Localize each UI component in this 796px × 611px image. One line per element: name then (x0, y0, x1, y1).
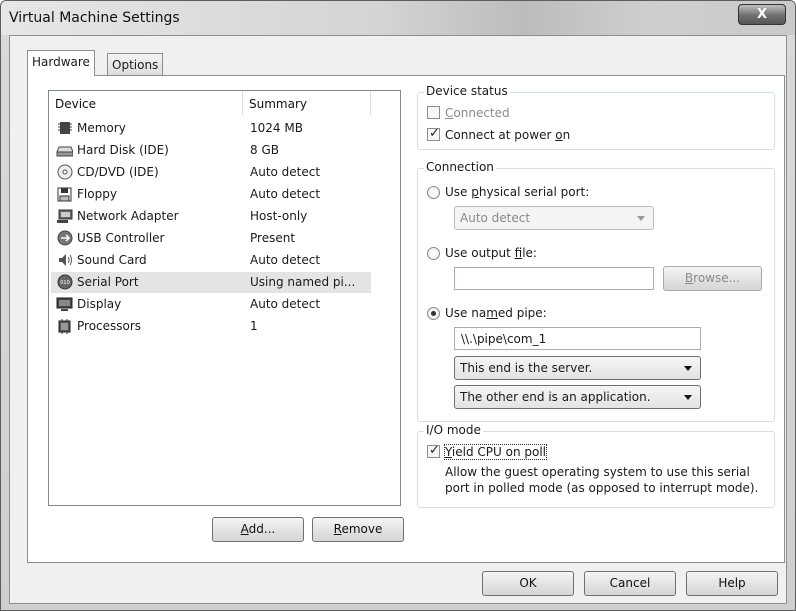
chevron-down-icon (684, 395, 692, 400)
hardware-panel: Device Summary Memory 1024 MB Hard Disk … (27, 75, 785, 563)
column-header-device[interactable]: Device (49, 91, 243, 115)
browse-button-label-rest: rowse... (693, 271, 741, 285)
remove-button-label-rest: emove (341, 522, 383, 536)
physical-port-dropdown[interactable]: Auto detect (454, 206, 654, 230)
device-summary: Auto detect (250, 253, 321, 267)
column-header-summary-label: Summary (249, 97, 307, 111)
tab-hardware[interactable]: Hardware (27, 50, 95, 76)
other-end-dropdown-value: The other end is an application. (460, 390, 651, 404)
device-name: Serial Port (77, 275, 139, 289)
device-name: Display (77, 297, 122, 311)
device-summary: Host-only (250, 209, 308, 223)
device-row-network-adapter[interactable]: Network Adapter Host-only (51, 206, 371, 227)
physical-port-radio[interactable] (427, 186, 440, 199)
remove-button[interactable]: Remove (312, 517, 404, 542)
network-adapter-icon (56, 208, 73, 224)
dialog-body: Hardware Options Device Summary Memory 1… (9, 35, 787, 604)
other-end-dropdown[interactable]: The other end is an application. (454, 385, 701, 409)
chevron-down-icon (637, 216, 645, 221)
device-summary: Auto detect (250, 297, 321, 311)
connected-label: Connected (445, 106, 510, 120)
device-row-memory[interactable]: Memory 1024 MB (51, 118, 371, 139)
memory-icon (56, 120, 73, 136)
sound-card-icon (56, 252, 73, 268)
device-row-serial-port[interactable]: 010 Serial Port Using named pi... (51, 272, 371, 293)
device-name: Sound Card (77, 253, 147, 267)
device-status-group: Device status Connected Connect at power… (417, 84, 775, 150)
floppy-icon (56, 186, 73, 202)
device-name: Processors (77, 319, 142, 333)
display-icon (56, 296, 73, 312)
yield-cpu-checkbox[interactable] (427, 443, 440, 458)
connect-at-power-on-label[interactable]: Connect at power on (445, 128, 570, 142)
device-name: CD/DVD (IDE) (77, 165, 159, 179)
device-row-sound-card[interactable]: Sound Card Auto detect (51, 250, 371, 271)
window-title: Virtual Machine Settings (9, 10, 180, 26)
device-row-display[interactable]: Display Auto detect (51, 294, 371, 315)
device-summary: 8 GB (250, 143, 279, 157)
device-row-cd-dvd[interactable]: CD/DVD (IDE) Auto detect (51, 162, 371, 183)
output-file-input[interactable] (454, 267, 654, 290)
cd-dvd-icon (56, 164, 73, 180)
device-summary: Using named pi... (250, 275, 356, 289)
connection-title: Connection (424, 160, 496, 174)
add-button[interactable]: Add... (212, 517, 304, 542)
device-row-floppy[interactable]: Floppy Auto detect (51, 184, 371, 205)
io-mode-group: I/O mode Yield CPU on poll Allow the gue… (417, 423, 775, 508)
io-mode-title: I/O mode (424, 423, 483, 437)
help-button[interactable]: Help (686, 571, 778, 596)
close-button[interactable]: X (738, 4, 786, 25)
chevron-down-icon (684, 366, 692, 371)
named-pipe-radio[interactable] (427, 307, 440, 320)
device-status-title: Device status (424, 84, 510, 98)
column-header-summary[interactable]: Summary (243, 91, 371, 115)
output-file-label[interactable]: Use output file: (445, 246, 537, 260)
device-row-hard-disk[interactable]: Hard Disk (IDE) 8 GB (51, 140, 371, 161)
yield-cpu-label[interactable]: Yield CPU on poll (444, 444, 547, 460)
browse-button[interactable]: Browse... (663, 266, 762, 291)
this-end-dropdown[interactable]: This end is the server. (454, 356, 701, 380)
svg-text:010: 010 (60, 280, 70, 286)
cancel-button[interactable]: Cancel (584, 571, 676, 596)
title-bar[interactable]: Virtual Machine Settings X (1, 1, 795, 35)
physical-port-label[interactable]: Use physical serial port: (445, 185, 589, 199)
device-name: Memory (77, 121, 126, 135)
device-name: Network Adapter (77, 209, 179, 223)
add-button-accel: A (240, 522, 249, 536)
device-name: USB Controller (77, 231, 165, 245)
tab-options-label: Options (112, 58, 159, 72)
this-end-dropdown-value: This end is the server. (460, 361, 593, 375)
column-header-device-label: Device (55, 97, 97, 111)
device-summary: Auto detect (250, 165, 321, 179)
processor-icon (56, 318, 73, 334)
settings-window: Virtual Machine Settings X Hardware Opti… (0, 0, 796, 611)
output-file-radio[interactable] (427, 247, 440, 260)
device-row-processors[interactable]: Processors 1 (51, 316, 371, 337)
pipe-path-input[interactable]: \\.\pipe\com_1 (454, 327, 701, 350)
hard-disk-icon (56, 142, 73, 158)
ok-button[interactable]: OK (482, 571, 574, 596)
named-pipe-label[interactable]: Use named pipe: (445, 306, 547, 320)
connected-checkbox[interactable] (427, 106, 440, 119)
close-icon: X (756, 7, 768, 22)
tab-options[interactable]: Options (107, 53, 164, 76)
connect-at-power-on-checkbox[interactable] (427, 126, 440, 141)
io-mode-description-line1: Allow the guest operating system to use … (445, 465, 750, 479)
device-summary: Present (250, 231, 296, 245)
tab-hardware-label: Hardware (32, 55, 90, 69)
connection-group: Connection Use physical serial port: Aut… (417, 160, 775, 422)
device-row-usb-controller[interactable]: USB Controller Present (51, 228, 371, 249)
device-summary: 1 (250, 319, 258, 333)
device-summary: 1024 MB (250, 121, 303, 135)
serial-port-icon: 010 (56, 274, 73, 290)
device-name: Hard Disk (IDE) (77, 143, 169, 157)
usb-icon (56, 230, 73, 246)
browse-button-accel: B (684, 271, 694, 285)
device-list[interactable]: Device Summary Memory 1024 MB Hard Disk … (48, 90, 401, 506)
io-mode-description-line2: port in polled mode (as opposed to inter… (445, 481, 759, 495)
physical-port-dropdown-value: Auto detect (460, 211, 531, 225)
device-summary: Auto detect (250, 187, 321, 201)
device-name: Floppy (77, 187, 117, 201)
add-button-label-rest: dd... (248, 522, 276, 536)
